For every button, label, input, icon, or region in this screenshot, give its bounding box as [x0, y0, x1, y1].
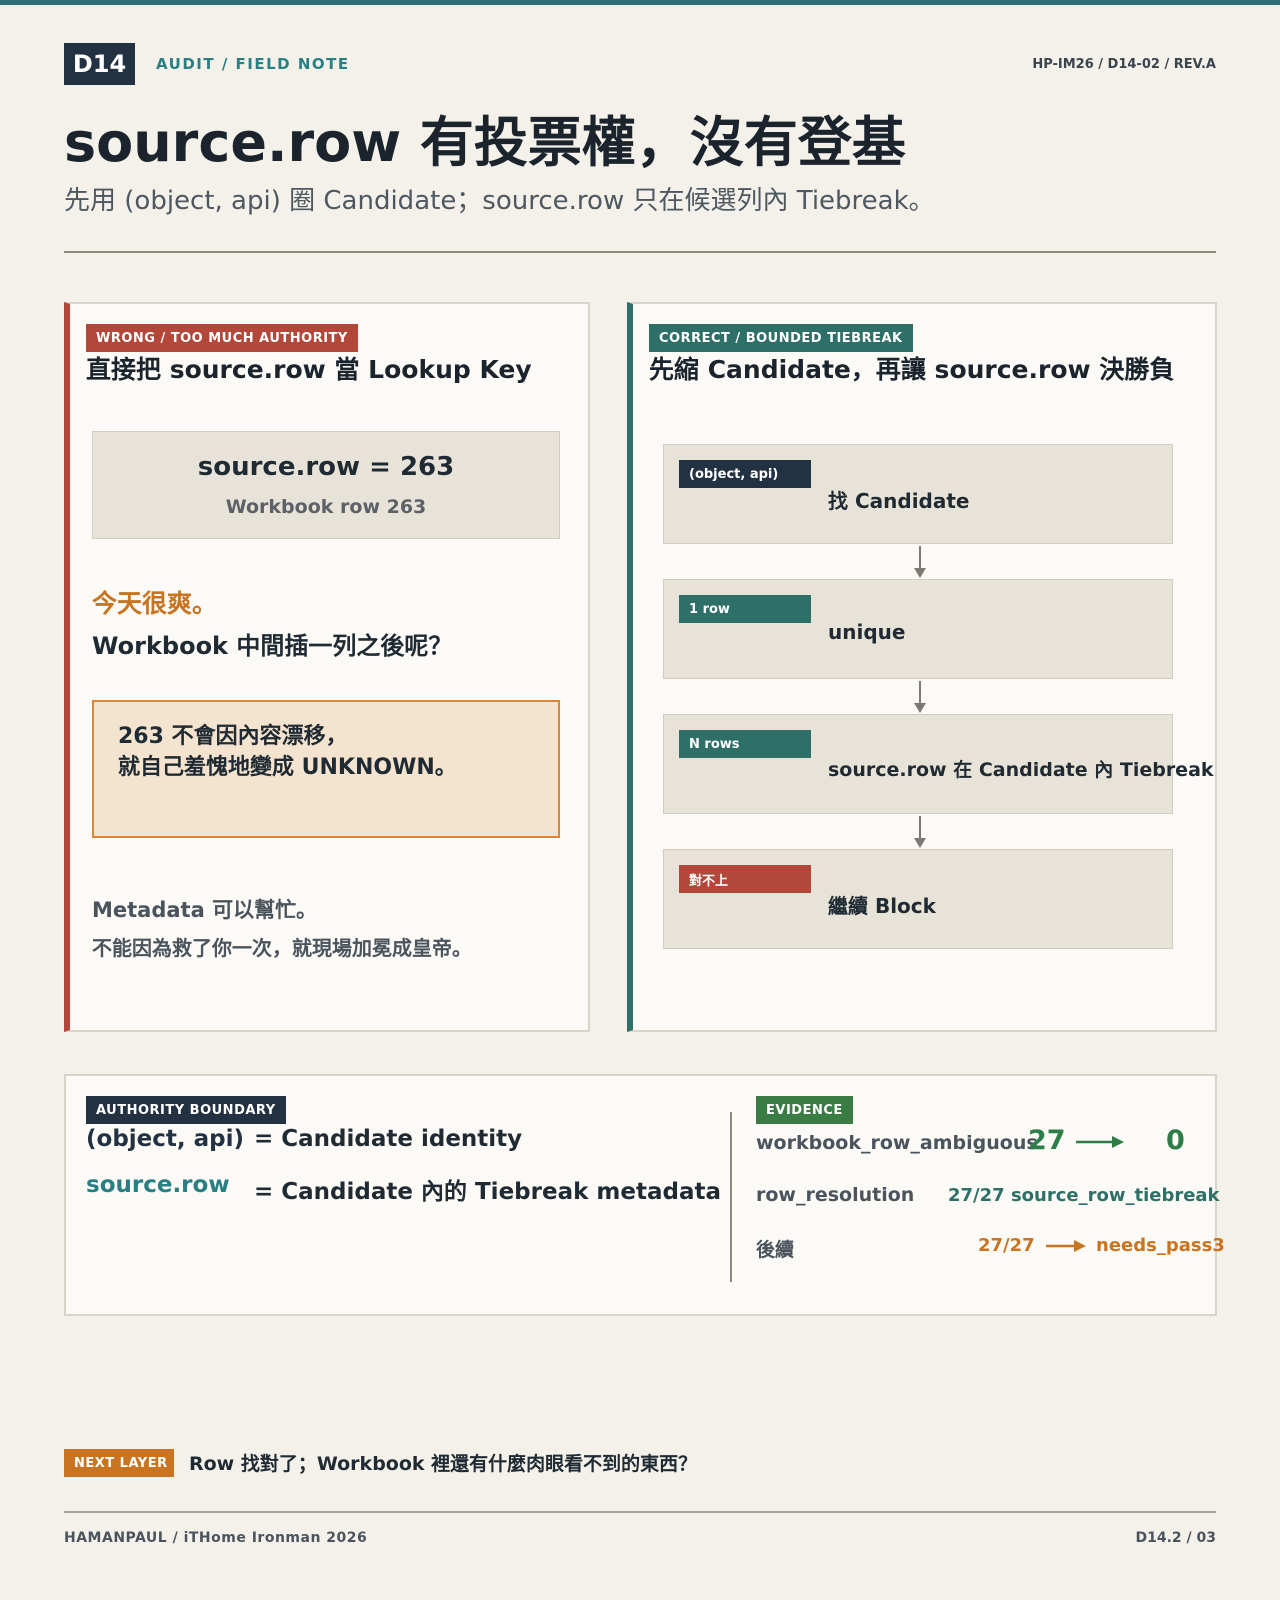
footer-credit: HAMANPAUL / iTHome Ironman 2026	[64, 1530, 368, 1546]
wrong-approach-panel: WRONG / TOO MUCH AUTHORITY 直接把 source.ro…	[64, 302, 590, 1032]
authority-value: = Candidate identity	[254, 1126, 523, 1152]
good-day-text: 今天很爽。	[92, 589, 218, 618]
evidence-to-value: 0	[1166, 1125, 1185, 1156]
question-text: Workbook 中間插一列之後呢？	[92, 632, 453, 660]
authority-value: = Candidate 內的 Tiebreak metadata	[254, 1179, 721, 1205]
step-text: unique	[828, 620, 906, 644]
followup-from: 27/27	[978, 1235, 1035, 1256]
page-title: source.row 有投票權，沒有登基	[64, 111, 906, 174]
wrong-heading: 直接把 source.row 當 Lookup Key	[86, 355, 532, 384]
step-tag: N rows	[679, 730, 811, 758]
authority-key: (object, api)	[86, 1126, 245, 1152]
row-subvalue: Workbook row 263	[225, 496, 427, 518]
step-tag: 對不上	[679, 865, 811, 893]
page-header: D14 AUDIT / FIELD NOTE HP-IM26 / D14-02 …	[64, 43, 1216, 85]
authority-tag: AUTHORITY BOUNDARY	[86, 1096, 286, 1124]
correct-tag: CORRECT / BOUNDED TIEBREAK	[649, 324, 913, 352]
followup-to: needs_pass3	[1096, 1235, 1225, 1256]
step-text: source.row 在 Candidate 內 Tiebreak	[828, 759, 1214, 781]
page-subtitle: 先用 (object, api) 圈 Candidate；source.row …	[64, 186, 935, 216]
authority-key: source.row	[86, 1172, 230, 1198]
warning-line-1: 263 不會因內容漂移，	[118, 724, 348, 749]
evidence-label: workbook_row_ambiguous	[756, 1132, 1038, 1154]
document-id: HP-IM26 / D14-02 / REV.A	[1032, 57, 1216, 72]
correct-heading: 先縮 Candidate，再讓 source.row 決勝負	[649, 355, 1175, 384]
header-divider	[64, 251, 1216, 253]
footer-page-number: D14.2 / 03	[1135, 1530, 1216, 1546]
arrow-right-icon	[1076, 1136, 1124, 1148]
arrow-down-icon	[914, 681, 926, 713]
arrow-down-icon	[914, 546, 926, 578]
resolution-value: 27/27 source_row_tiebreak	[948, 1185, 1220, 1206]
row-value-box: source.row = 263 Workbook row 263	[92, 431, 560, 539]
metadata-note-1: Metadata 可以幫忙。	[92, 898, 318, 922]
arrow-down-icon	[914, 816, 926, 848]
evidence-from-value: 27	[1028, 1125, 1066, 1156]
evidence-label: 後續	[756, 1239, 795, 1261]
section-divider	[730, 1112, 732, 1282]
step-tag: (object, api)	[679, 460, 811, 488]
metadata-note-2: 不能因為救了你一次，就現場加冕成皇帝。	[92, 936, 472, 960]
row-value: source.row = 263	[197, 452, 455, 482]
step-tag: 1 row	[679, 595, 811, 623]
evidence-label: row_resolution	[756, 1184, 915, 1206]
step-text: 找 Candidate	[828, 489, 970, 513]
arrow-right-icon	[1046, 1240, 1086, 1252]
footer-divider	[64, 1511, 1216, 1513]
warning-line-2: 就自己羞愧地變成 UNKNOWN。	[118, 755, 457, 780]
correct-approach-panel: CORRECT / BOUNDED TIEBREAK 先縮 Candidate，…	[627, 302, 1217, 1032]
flow-step: 1 row unique	[663, 579, 1173, 679]
flow-step: 對不上 繼續 Block	[663, 849, 1173, 949]
step-text: 繼續 Block	[828, 894, 936, 918]
top-accent-bar	[0, 0, 1280, 5]
warning-box: 263 不會因內容漂移， 就自己羞愧地變成 UNKNOWN。	[92, 700, 560, 838]
kicker-label: AUDIT / FIELD NOTE	[156, 55, 350, 73]
wrong-tag: WRONG / TOO MUCH AUTHORITY	[86, 324, 358, 352]
next-layer-text: Row 找對了；Workbook 裡還有什麼肉眼看不到的東西？	[189, 1453, 698, 1475]
day-badge: D14	[64, 43, 135, 85]
next-layer-tag: NEXT LAYER	[64, 1449, 174, 1477]
flow-step: (object, api) 找 Candidate	[663, 444, 1173, 544]
evidence-tag: EVIDENCE	[756, 1096, 853, 1124]
authority-evidence-panel: AUTHORITY BOUNDARY (object, api) = Candi…	[64, 1074, 1225, 1316]
flow-step: N rows source.row 在 Candidate 內 Tiebreak	[663, 714, 1214, 814]
